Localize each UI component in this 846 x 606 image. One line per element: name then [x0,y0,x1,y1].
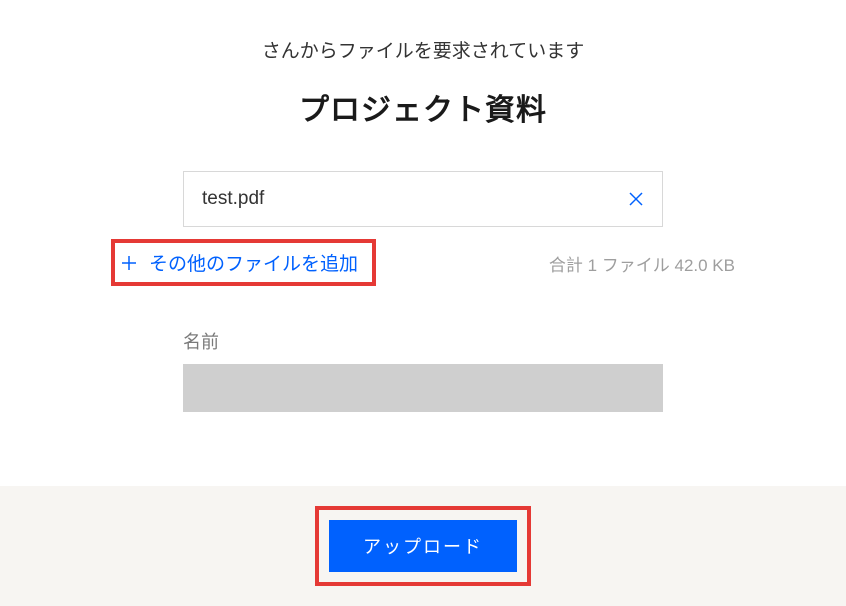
upload-dialog: さんからファイルを要求されています プロジェクト資料 test.pdf その他の… [0,0,846,606]
name-field-label: 名前 [183,328,663,354]
remove-file-icon[interactable] [628,191,644,207]
file-summary: 合計 1 ファイル 42.0 KB [549,239,735,276]
upload-highlight: アップロード [315,506,531,586]
file-row: test.pdf [183,171,663,227]
name-input[interactable] [183,364,663,412]
add-more-highlight: その他のファイルを追加 [111,239,376,286]
footer-bar: アップロード [0,486,846,606]
below-file-row: その他のファイルを追加 合計 1 ファイル 42.0 KB [111,239,735,286]
file-name-label: test.pdf [202,188,264,210]
add-more-files-button[interactable]: その他のファイルを追加 [121,249,358,276]
upload-button[interactable]: アップロード [329,520,517,572]
add-more-label: その他のファイルを追加 [149,249,358,276]
plus-icon [121,255,137,271]
page-title: プロジェクト資料 [299,85,547,129]
request-subtitle: さんからファイルを要求されています [262,36,584,63]
